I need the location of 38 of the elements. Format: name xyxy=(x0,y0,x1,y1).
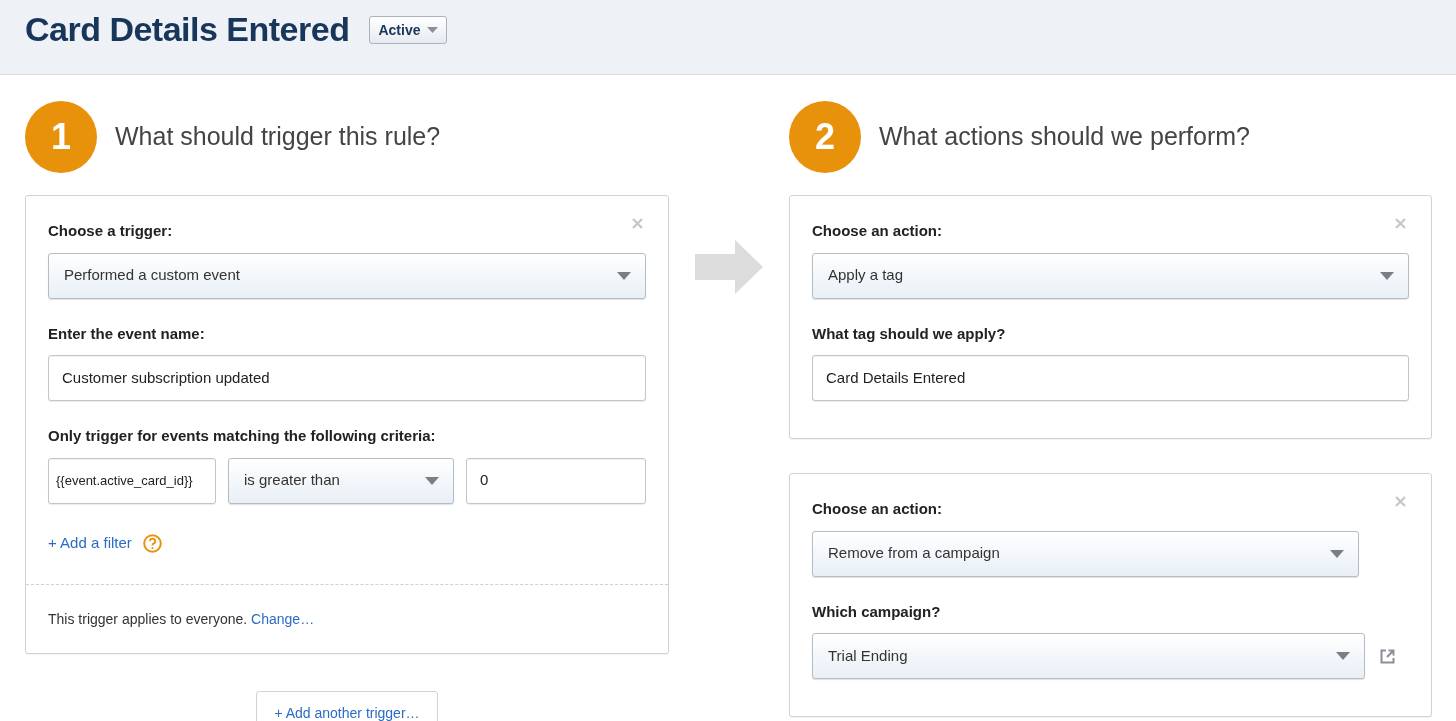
field-label: Choose an action: xyxy=(812,499,942,519)
field-label: Choose an action: xyxy=(812,221,942,241)
step-number-badge: 1 xyxy=(25,101,97,173)
select-dropdown[interactable]: is greater than xyxy=(228,457,454,504)
select-dropdown[interactable]: Trial Ending xyxy=(812,633,1365,679)
change-link[interactable]: Change… xyxy=(251,610,315,627)
trigger-scope-text: This trigger applies to everyone. Change… xyxy=(48,610,315,627)
caret-icon xyxy=(1330,549,1344,558)
close-icon[interactable] xyxy=(1395,496,1406,507)
field-label: Only trigger for events matching the following criteria: xyxy=(48,426,436,446)
caret-icon xyxy=(1380,271,1394,280)
field-label: What tag should we apply? xyxy=(812,323,1006,344)
input-field[interactable]: {{event.active_card_id}} xyxy=(48,457,216,504)
add-trigger-button[interactable]: + Add another trigger… xyxy=(256,690,438,721)
help-icon[interactable] xyxy=(142,534,162,553)
close-icon[interactable] xyxy=(632,218,643,229)
select-dropdown[interactable]: Apply a tag xyxy=(812,252,1409,299)
external-link-icon[interactable] xyxy=(1380,648,1395,664)
right-arrow-icon xyxy=(695,240,763,294)
input-field[interactable]: Customer subscription updated xyxy=(48,355,646,401)
caret-icon xyxy=(425,476,439,485)
field-label: Enter the event name: xyxy=(48,323,205,344)
caret-icon xyxy=(617,271,631,280)
field-label: Which campaign? xyxy=(812,601,941,622)
input-field[interactable]: 0 xyxy=(466,457,646,504)
step-question: What should trigger this rule? xyxy=(115,121,441,153)
step-question: What actions should we perform? xyxy=(879,121,1250,153)
field-label: Choose a trigger: xyxy=(48,221,173,241)
add-filter-link[interactable]: + Add a filter xyxy=(48,532,132,555)
caret-icon xyxy=(427,27,439,33)
select-dropdown[interactable]: Remove from a campaign xyxy=(812,530,1359,577)
status-dropdown[interactable]: Active xyxy=(369,16,448,44)
step-number-badge: 2 xyxy=(789,101,861,173)
caret-icon xyxy=(1336,652,1350,660)
input-field[interactable]: Card Details Entered xyxy=(812,355,1409,401)
select-dropdown[interactable]: Performed a custom event xyxy=(48,252,646,299)
close-icon[interactable] xyxy=(1395,218,1406,229)
page-title: Card Details Entered xyxy=(25,9,350,49)
